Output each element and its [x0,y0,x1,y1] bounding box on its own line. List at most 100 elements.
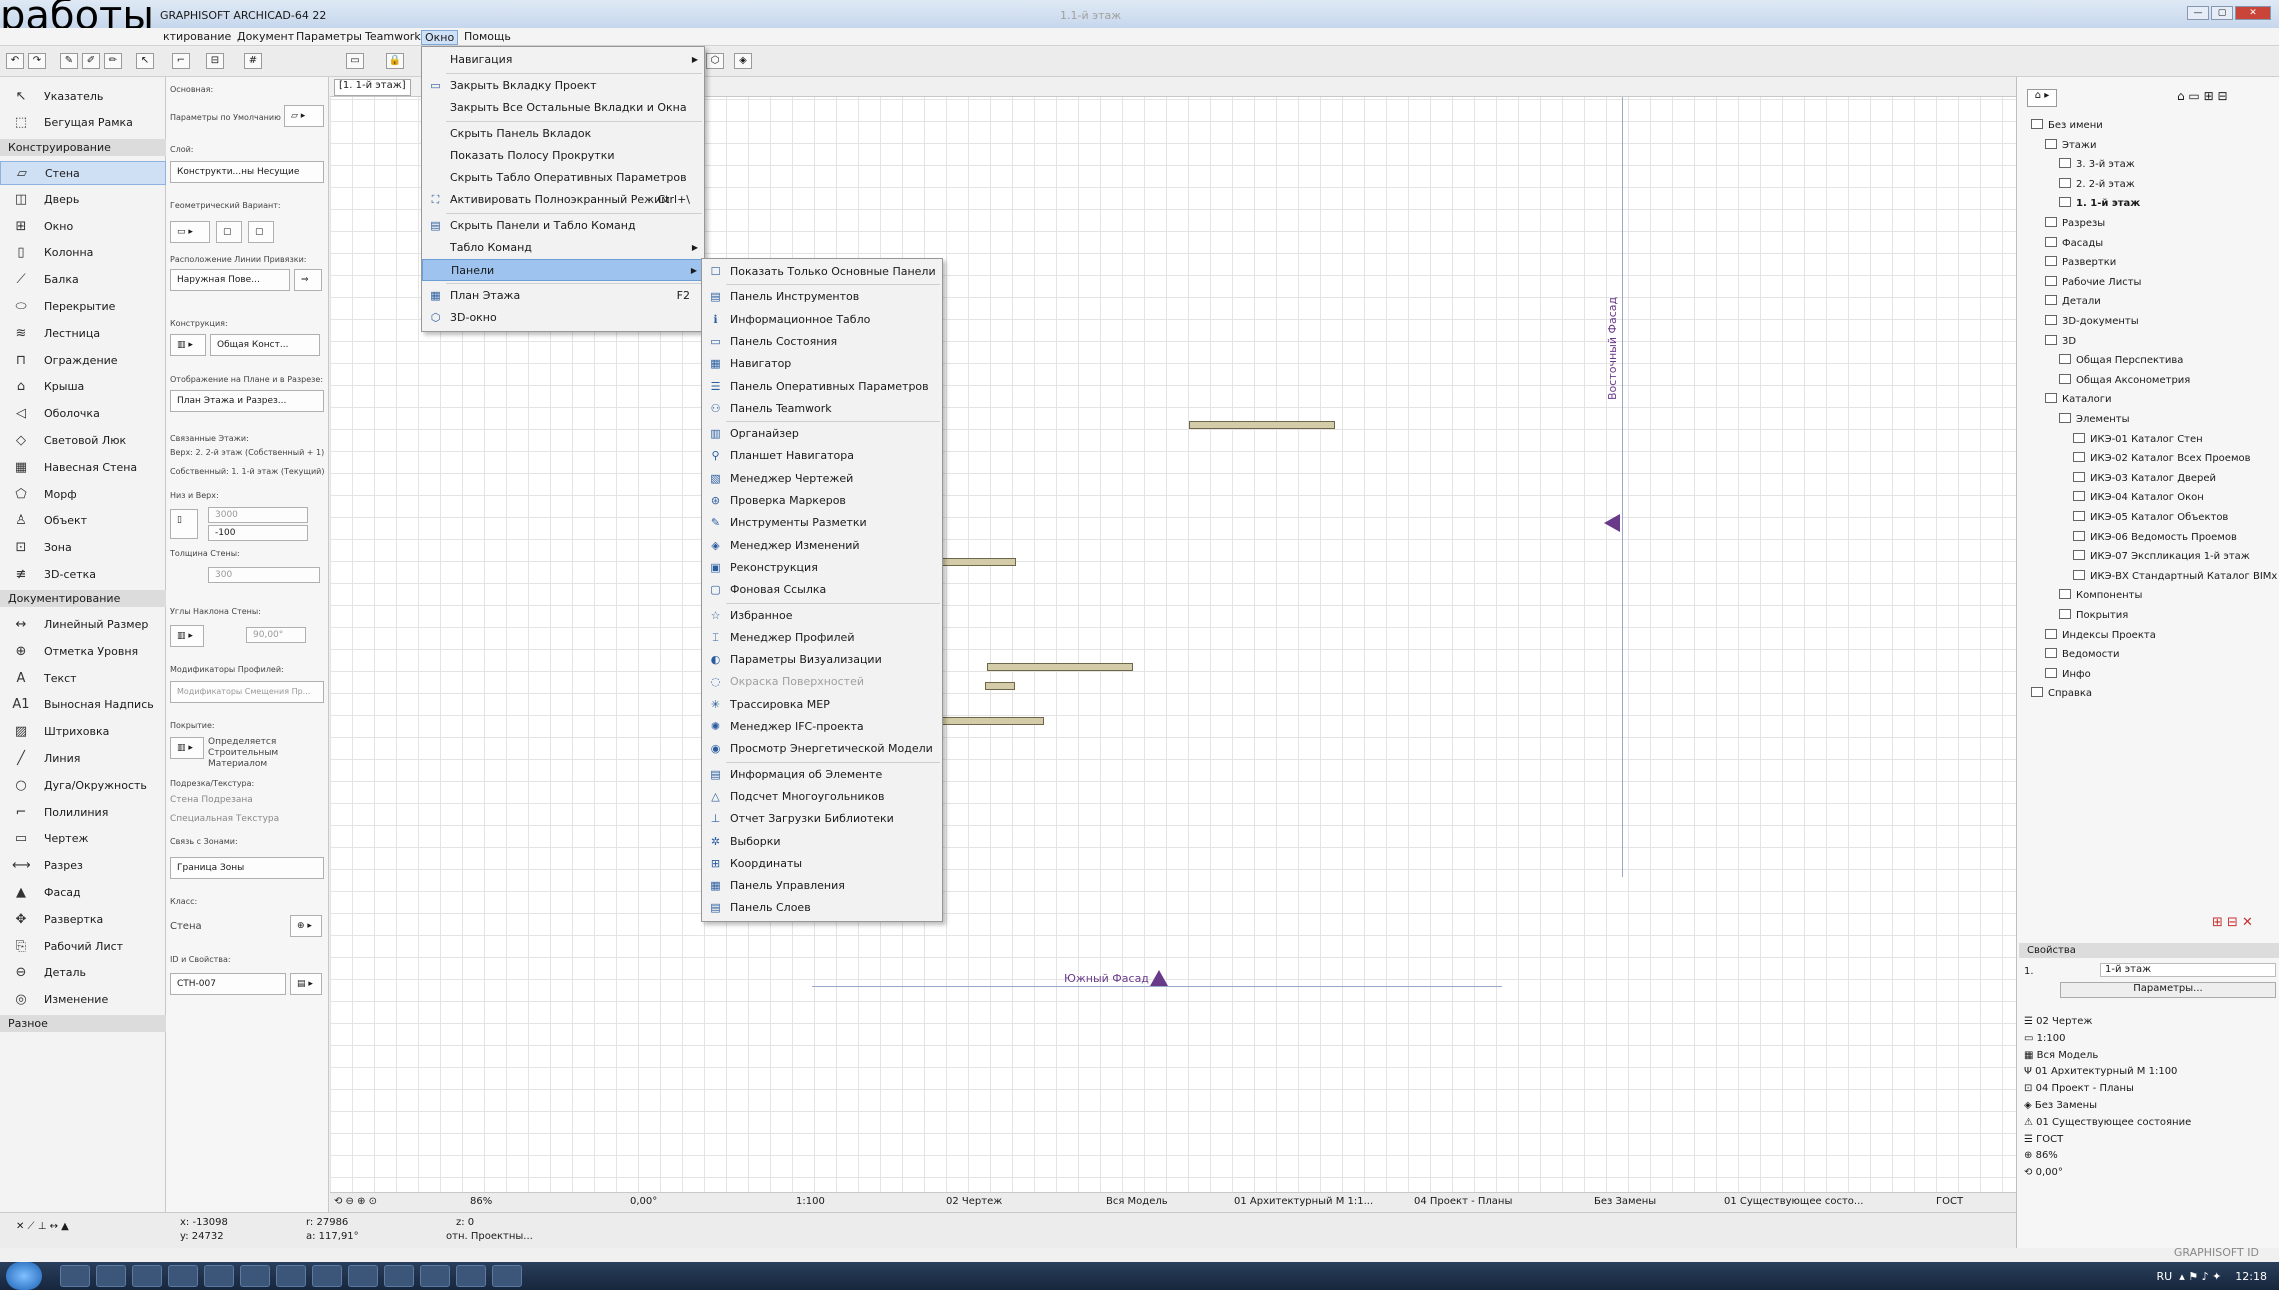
redo-icon[interactable]: ↷ [28,53,46,69]
taskbar-app-7[interactable] [276,1265,306,1287]
thickness-input[interactable]: 300 [208,567,320,583]
params-button[interactable]: Параметры... [2060,982,2276,998]
panel-item-14[interactable]: ▢ Фоновая Ссылка [702,579,942,601]
wall-segment[interactable] [987,663,1133,671]
refline-flip-button[interactable]: ⇒ [294,269,322,291]
home-link[interactable]: Собственный: 1. 1-й этаж (Текущий) [170,467,324,476]
panel-item-3[interactable]: ▭ Панель Состояния [702,331,942,353]
panel-item-0[interactable]: ☐ Показать Только Основные Панели [702,261,942,283]
nav-tree-item[interactable]: Ведомости [2045,648,2120,660]
nav-setting-item[interactable]: ⊡ 04 Проект - Планы [2024,1083,2134,1094]
menu-item-show-scrollbar[interactable]: Показать Полосу Прокрутки [422,145,704,167]
taskbar-app-10[interactable] [384,1265,414,1287]
tool-6[interactable]: ≋ Лестница [0,322,166,346]
tool-doc-2[interactable]: A Текст [0,667,166,691]
coord-tools[interactable]: ✕ ⟋ ⊥ ↔ ▲ [16,1221,69,1232]
panel-item-21[interactable]: ◉ Просмотр Энергетической Модели [702,738,942,760]
group-design[interactable]: Конструирование [0,139,166,156]
tool-10[interactable]: ◇ Световой Люк [0,429,166,453]
nav-setting-item[interactable]: ⟲ 0,00° [2024,1167,2063,1178]
coord-a[interactable]: a: 117,91° [306,1231,359,1242]
menu-item-floor-plan[interactable]: ▦ План Этажа F2 [422,285,704,307]
wall-segment[interactable] [1189,421,1335,429]
pen-icon[interactable]: ✏ [104,53,122,69]
layout-icon[interactable]: ▭ [346,53,364,69]
menu-item-navigation[interactable]: Навигация ▶ [422,49,704,71]
panel-item-23[interactable]: △ Подсчет Многоугольников [702,786,942,808]
nav-tree-item[interactable]: Общая Аксонометрия [2059,373,2190,386]
tool-14[interactable]: ⊡ Зона [0,536,166,560]
nav-tree-item[interactable]: 2. 2-й этаж [2059,177,2135,190]
taskbar-app-13[interactable] [492,1265,522,1287]
nav-tree-item[interactable]: ИКЭ-02 Каталог Всех Проемов [2073,452,2251,464]
tool-0[interactable]: ▱ Стена [0,161,166,185]
nav-tree-item[interactable]: Развертки [2045,256,2116,268]
nav-tree-item[interactable]: ИКЭ-07 Экспликация 1-й этаж [2073,550,2250,562]
menu-window[interactable]: Окно [421,30,459,45]
minimize-button[interactable]: — [2187,6,2209,20]
panel-item-17[interactable]: ◐ Параметры Визуализации [702,649,942,671]
structure-type-button[interactable]: ▥ ▸ [170,334,206,356]
tool-4[interactable]: ⟋ Балка [0,268,166,292]
menu-item-3d-window[interactable]: ⬡ 3D-окно [422,307,704,329]
layer-select[interactable]: Конструкти...ны Несущие [170,161,324,183]
maximize-button[interactable]: ▢ [2211,6,2233,20]
panel-item-24[interactable]: ⊥ Отчет Загрузки Библиотеки [702,808,942,830]
south-elevation-marker[interactable] [1150,970,1168,986]
tool-doc-10[interactable]: ▲ Фасад [0,881,166,905]
menu-item-close-tab[interactable]: ▭ Закрыть Вкладку Проект [422,75,704,97]
graphisoft-id[interactable]: GRAPHISOFT ID [2174,1246,2259,1259]
properties-button[interactable]: ▤ ▸ [290,973,322,995]
scale-value[interactable]: 1:100 [796,1196,825,1207]
zoom-value[interactable]: 86% [470,1196,492,1207]
model-view-value[interactable]: Вся Модель [1106,1196,1168,1207]
menu-help[interactable]: Помощь [461,30,514,43]
grid-snap-icon[interactable]: # [244,53,262,69]
display-select[interactable]: План Этажа и Разрез... [170,390,324,412]
tool-doc-6[interactable]: ○ Дуга/Окружность [0,774,166,798]
panel-item-26[interactable]: ⊞ Координаты [702,853,942,875]
taskbar-app-3[interactable] [132,1265,162,1287]
taskbar-app-8[interactable] [312,1265,342,1287]
wall-segment[interactable] [985,682,1015,690]
properties-header[interactable]: Свойства [2019,943,2279,958]
nav-tree-item[interactable]: Справка [2031,687,2092,699]
tool-doc-13[interactable]: ⊖ Деталь [0,961,166,985]
tool-doc-1[interactable]: ⊕ Отметка Уровня [0,640,166,664]
coord-x[interactable]: x: -13098 [180,1217,228,1228]
nav-setting-item[interactable]: ◈ Без Замены [2024,1100,2097,1111]
guide-icon[interactable]: ⌐ [172,53,190,69]
tool-2[interactable]: ⊞ Окно [0,215,166,239]
tab-floor-plan[interactable]: [1. 1-й этаж] [334,79,411,96]
tool-5[interactable]: ⬭ Перекрытие [0,295,166,319]
nav-setting-item[interactable]: ☰ 02 Чертеж [2024,1016,2092,1027]
nav-tree-item[interactable]: Элементы [2059,413,2129,425]
menu-item-hide-infobox[interactable]: Скрыть Табло Оперативных Параметров [422,167,704,189]
nav-tree-item[interactable]: 3D-документы [2045,315,2139,327]
tool-7[interactable]: ⊓ Ограждение [0,349,166,373]
navigator-actions[interactable]: ⊞ ⊟ ✕ [2212,915,2253,930]
eyedropper-icon[interactable]: ✐ [82,53,100,69]
lock-icon[interactable]: 🔒 [386,53,404,69]
nav-setting-item[interactable]: ▦ Вся Модель [2024,1050,2098,1061]
tool-marquee[interactable]: ⬚ Бегущая Рамка [0,111,166,135]
menu-document[interactable]: Документ [234,30,297,43]
panel-item-25[interactable]: ✲ Выборки [702,831,942,853]
rotation-value[interactable]: 0,00° [630,1196,657,1207]
navigator-mode-icons[interactable]: ⌂ ▭ ⊞ ⊟ [2177,89,2228,103]
navigator-menu-button[interactable]: ⌂ ▸ [2027,89,2057,107]
panel-item-12[interactable]: ◈ Менеджер Изменений [702,535,942,557]
nav-tree-item[interactable]: Этажи [2045,138,2096,151]
panel-item-10[interactable]: ⊛ Проверка Маркеров [702,490,942,512]
coord-z-ref[interactable]: отн. Проектны... [446,1231,533,1242]
panel-item-22[interactable]: ▤ Информация об Элементе [702,764,942,786]
profile-mod-select[interactable]: Модификаторы Смещения Пр... [170,681,324,703]
menu-teamwork[interactable]: Teamwork [362,30,424,43]
nav-setting-item[interactable]: ⚠ 01 Существующее состояние [2024,1117,2191,1128]
nav-setting-item[interactable]: ☰ ГОСТ [2024,1134,2063,1145]
nav-tree-item[interactable]: Компоненты [2059,589,2142,601]
panel-item-28[interactable]: ▤ Панель Слоев [702,897,942,919]
props-name-input[interactable]: 1-й этаж [2100,963,2276,977]
panel-item-13[interactable]: ▣ Реконструкция [702,557,942,579]
angle-type-button[interactable]: ▥ ▸ [170,625,204,647]
